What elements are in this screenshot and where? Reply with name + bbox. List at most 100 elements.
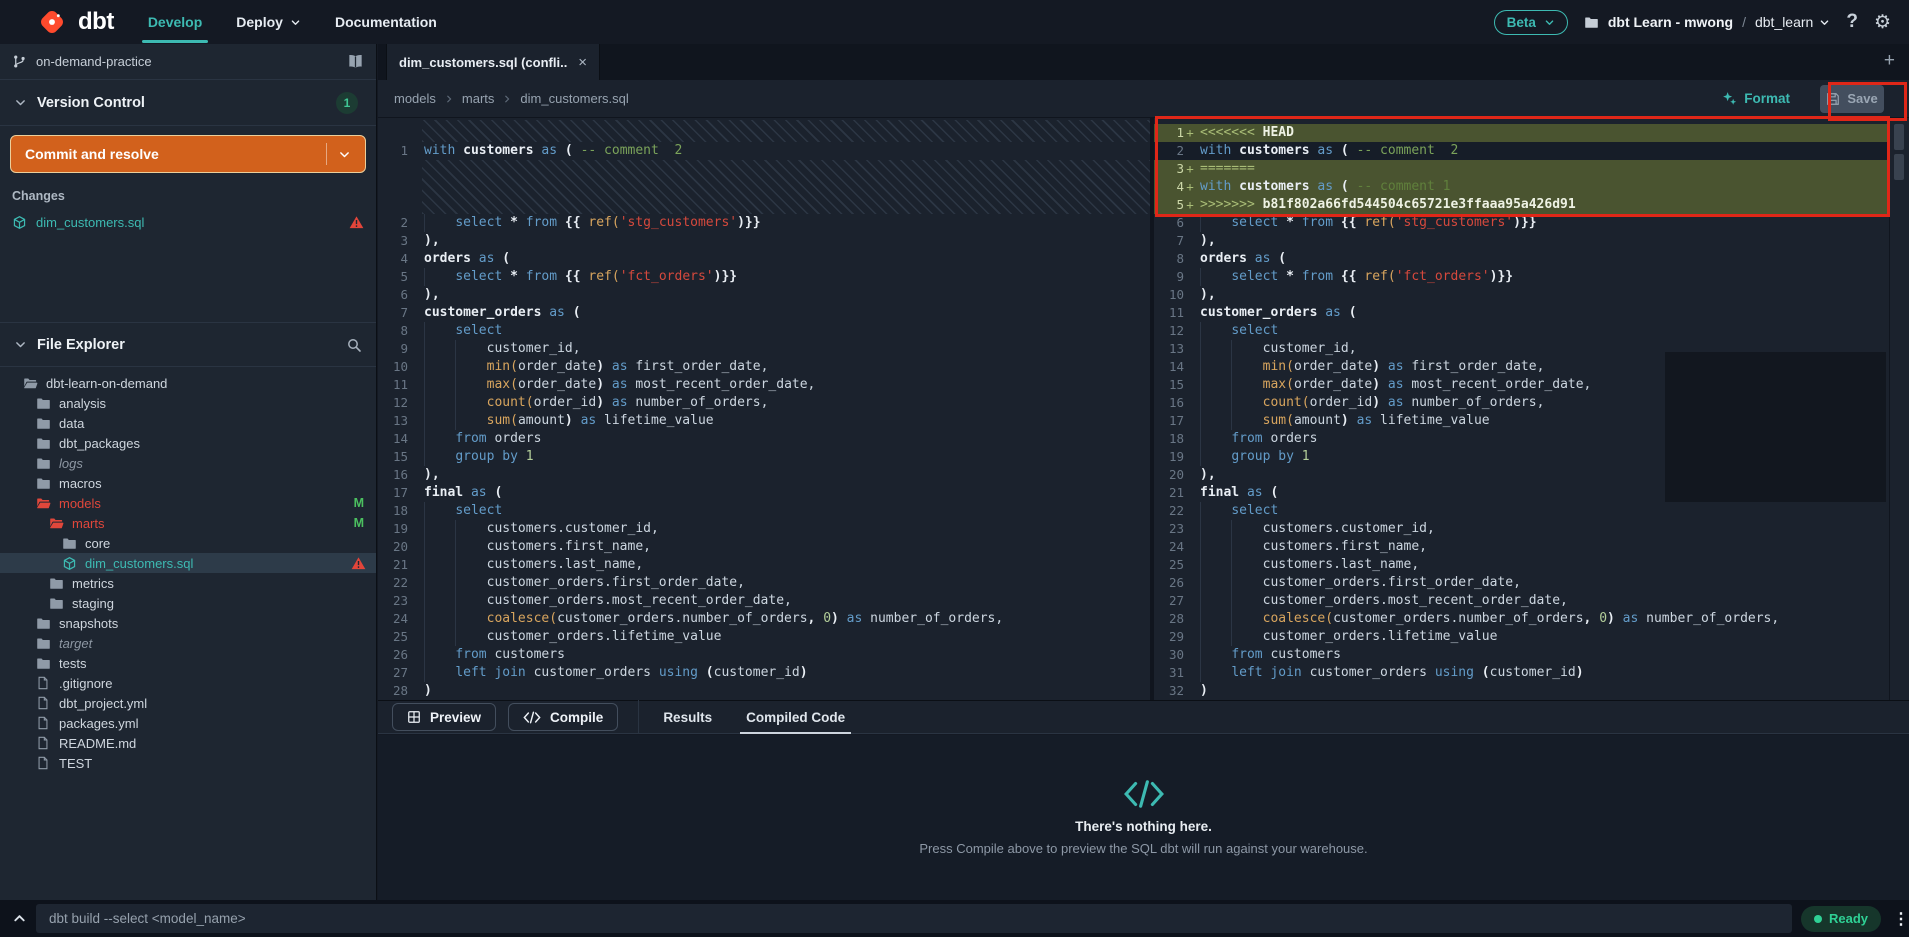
code-line-10[interactable]: 10min(order_date) as first_order_date, — [378, 358, 1150, 376]
tab-compiled-code[interactable]: Compiled Code — [742, 701, 849, 733]
settings-gear-icon[interactable]: ⚙ — [1874, 11, 1891, 34]
code-line-21[interactable]: 21customers.last_name, — [378, 556, 1150, 574]
tree-item-dbt_packages[interactable]: dbt_packages — [0, 433, 376, 453]
close-tab-icon[interactable]: × — [578, 54, 587, 71]
tree-item-models[interactable]: modelsM — [0, 493, 376, 513]
code-line-7[interactable]: 7customer_orders as ( — [378, 304, 1150, 322]
file-explorer-header[interactable]: File Explorer — [0, 322, 376, 367]
code-line-10[interactable]: 10), — [1154, 286, 1889, 304]
format-button[interactable]: Format — [1722, 91, 1790, 106]
preview-button[interactable]: Preview — [392, 703, 496, 731]
code-line-4[interactable]: 4orders as ( — [378, 250, 1150, 268]
code-line-3[interactable]: 3+======= — [1154, 160, 1889, 178]
command-input[interactable] — [36, 904, 1792, 933]
code-line-26[interactable]: 26from customers — [378, 646, 1150, 664]
code-line-12[interactable]: 12count(order_id) as number_of_orders, — [378, 394, 1150, 412]
tree-item-dbt_project.yml[interactable]: dbt_project.yml — [0, 693, 376, 713]
code-line-27[interactable]: 27customer_orders.most_recent_order_date… — [1154, 592, 1889, 610]
beta-dropdown[interactable]: Beta — [1494, 10, 1568, 35]
tree-item-packages.yml[interactable]: packages.yml — [0, 713, 376, 733]
compile-button[interactable]: Compile — [508, 703, 618, 731]
tree-item-staging[interactable]: staging — [0, 593, 376, 613]
tree-item-README.md[interactable]: README.md — [0, 733, 376, 753]
code-line-24[interactable]: 24customers.first_name, — [1154, 538, 1889, 556]
tree-item-data[interactable]: data — [0, 413, 376, 433]
code-line-18[interactable]: 18select — [378, 502, 1150, 520]
code-line-20[interactable]: 20customers.first_name, — [378, 538, 1150, 556]
code-line-26[interactable]: 26customer_orders.first_order_date, — [1154, 574, 1889, 592]
save-button[interactable]: Save — [1820, 85, 1884, 113]
code-line-15[interactable]: 15group by 1 — [378, 448, 1150, 466]
breadcrumb-marts[interactable]: marts — [462, 91, 495, 106]
code-line-5[interactable]: 5select * from {{ ref('fct_orders')}} — [378, 268, 1150, 286]
tree-item-core[interactable]: core — [0, 533, 376, 553]
chevron-down-icon[interactable] — [338, 148, 351, 161]
code-line-25[interactable]: 25customers.last_name, — [1154, 556, 1889, 574]
scrollbar-rail[interactable] — [1889, 118, 1909, 700]
nav-documentation[interactable]: Documentation — [335, 14, 437, 30]
code-line-22[interactable]: 22select — [1154, 502, 1889, 520]
tree-item-tests[interactable]: tests — [0, 653, 376, 673]
tree-item-logs[interactable]: logs — [0, 453, 376, 473]
code-line-12[interactable]: 12select — [1154, 322, 1889, 340]
nav-deploy[interactable]: Deploy — [236, 14, 301, 30]
code-line-6[interactable]: 6select * from {{ ref('stg_customers')}} — [1154, 214, 1889, 232]
code-line-28[interactable]: 28) — [378, 682, 1150, 700]
code-line-31[interactable]: 31left join customer_orders using (custo… — [1154, 664, 1889, 682]
tree-item-macros[interactable]: macros — [0, 473, 376, 493]
code-line-25[interactable]: 25customer_orders.lifetime_value — [378, 628, 1150, 646]
code-line-1[interactable]: 1+<<<<<<< HEAD — [1154, 124, 1889, 142]
code-line-11[interactable]: 11customer_orders as ( — [1154, 304, 1889, 322]
code-line-16[interactable]: 16), — [378, 466, 1150, 484]
code-line-9[interactable]: 9select * from {{ ref('fct_orders')}} — [1154, 268, 1889, 286]
tree-item-target[interactable]: target — [0, 633, 376, 653]
version-control-header[interactable]: Version Control 1 — [0, 80, 376, 126]
code-line-17[interactable]: 17final as ( — [378, 484, 1150, 502]
chevron-up-icon[interactable] — [12, 911, 27, 926]
code-line-23[interactable]: 23customer_orders.most_recent_order_date… — [378, 592, 1150, 610]
code-line-3[interactable]: 3), — [378, 232, 1150, 250]
tree-item-dim_customers.sql[interactable]: dim_customers.sql — [0, 553, 376, 573]
kebab-menu-icon[interactable]: ⋮ — [1893, 909, 1909, 929]
left-code-pane[interactable]: 1with customers as ( -- comment 2 2select… — [378, 118, 1150, 700]
tree-item-metrics[interactable]: metrics — [0, 573, 376, 593]
code-line-24[interactable]: 24coalesce(customer_orders.number_of_ord… — [378, 610, 1150, 628]
breadcrumb-models[interactable]: models — [394, 91, 436, 106]
docs-book-icon[interactable] — [347, 53, 364, 70]
editor-tab-dim-customers[interactable]: dim_customers.sql (confli... × — [386, 44, 600, 80]
search-icon[interactable] — [346, 337, 362, 353]
code-line-2[interactable]: 2select * from {{ ref('stg_customers')}} — [378, 214, 1150, 232]
code-line-28[interactable]: 28coalesce(customer_orders.number_of_ord… — [1154, 610, 1889, 628]
tree-item-.gitignore[interactable]: .gitignore — [0, 673, 376, 693]
tree-item-dbt-learn-on-demand[interactable]: dbt-learn-on-demand — [0, 373, 376, 393]
code-line-6[interactable]: 6), — [378, 286, 1150, 304]
tree-item-analysis[interactable]: analysis — [0, 393, 376, 413]
code-line-2[interactable]: 2with customers as ( -- comment 2 — [1154, 142, 1889, 160]
changed-file-row[interactable]: dim_customers.sql — [0, 209, 376, 235]
nav-develop[interactable]: Develop — [148, 14, 202, 30]
code-line-7[interactable]: 7), — [1154, 232, 1889, 250]
commit-and-resolve-button[interactable]: Commit and resolve — [10, 135, 366, 173]
code-line-8[interactable]: 8orders as ( — [1154, 250, 1889, 268]
new-tab-icon[interactable]: + — [1884, 50, 1895, 72]
git-branch-row[interactable]: on-demand-practice — [0, 44, 376, 80]
account-switcher[interactable]: dbt Learn - mwong / dbt_learn — [1584, 14, 1831, 30]
code-line-32[interactable]: 32) — [1154, 682, 1889, 700]
tab-results[interactable]: Results — [659, 701, 716, 733]
code-line-30[interactable]: 30from customers — [1154, 646, 1889, 664]
code-line-13[interactable]: 13sum(amount) as lifetime_value — [378, 412, 1150, 430]
code-line-14[interactable]: 14from orders — [378, 430, 1150, 448]
project-dropdown[interactable]: dbt_learn — [1755, 14, 1830, 30]
code-line-23[interactable]: 23customers.customer_id, — [1154, 520, 1889, 538]
code-line-9[interactable]: 9customer_id, — [378, 340, 1150, 358]
tree-item-TEST[interactable]: TEST — [0, 753, 376, 773]
code-line-29[interactable]: 29customer_orders.lifetime_value — [1154, 628, 1889, 646]
code-line-1[interactable]: 1with customers as ( -- comment 2 — [378, 142, 1150, 160]
code-line-22[interactable]: 22customer_orders.first_order_date, — [378, 574, 1150, 592]
breadcrumb-file[interactable]: dim_customers.sql — [520, 91, 628, 106]
tree-item-marts[interactable]: martsM — [0, 513, 376, 533]
code-line-19[interactable]: 19customers.customer_id, — [378, 520, 1150, 538]
help-icon[interactable]: ? — [1846, 11, 1858, 33]
code-line-27[interactable]: 27left join customer_orders using (custo… — [378, 664, 1150, 682]
code-line-5[interactable]: 5+>>>>>>> b81f802a66fd544504c65721e3ffaa… — [1154, 196, 1889, 214]
